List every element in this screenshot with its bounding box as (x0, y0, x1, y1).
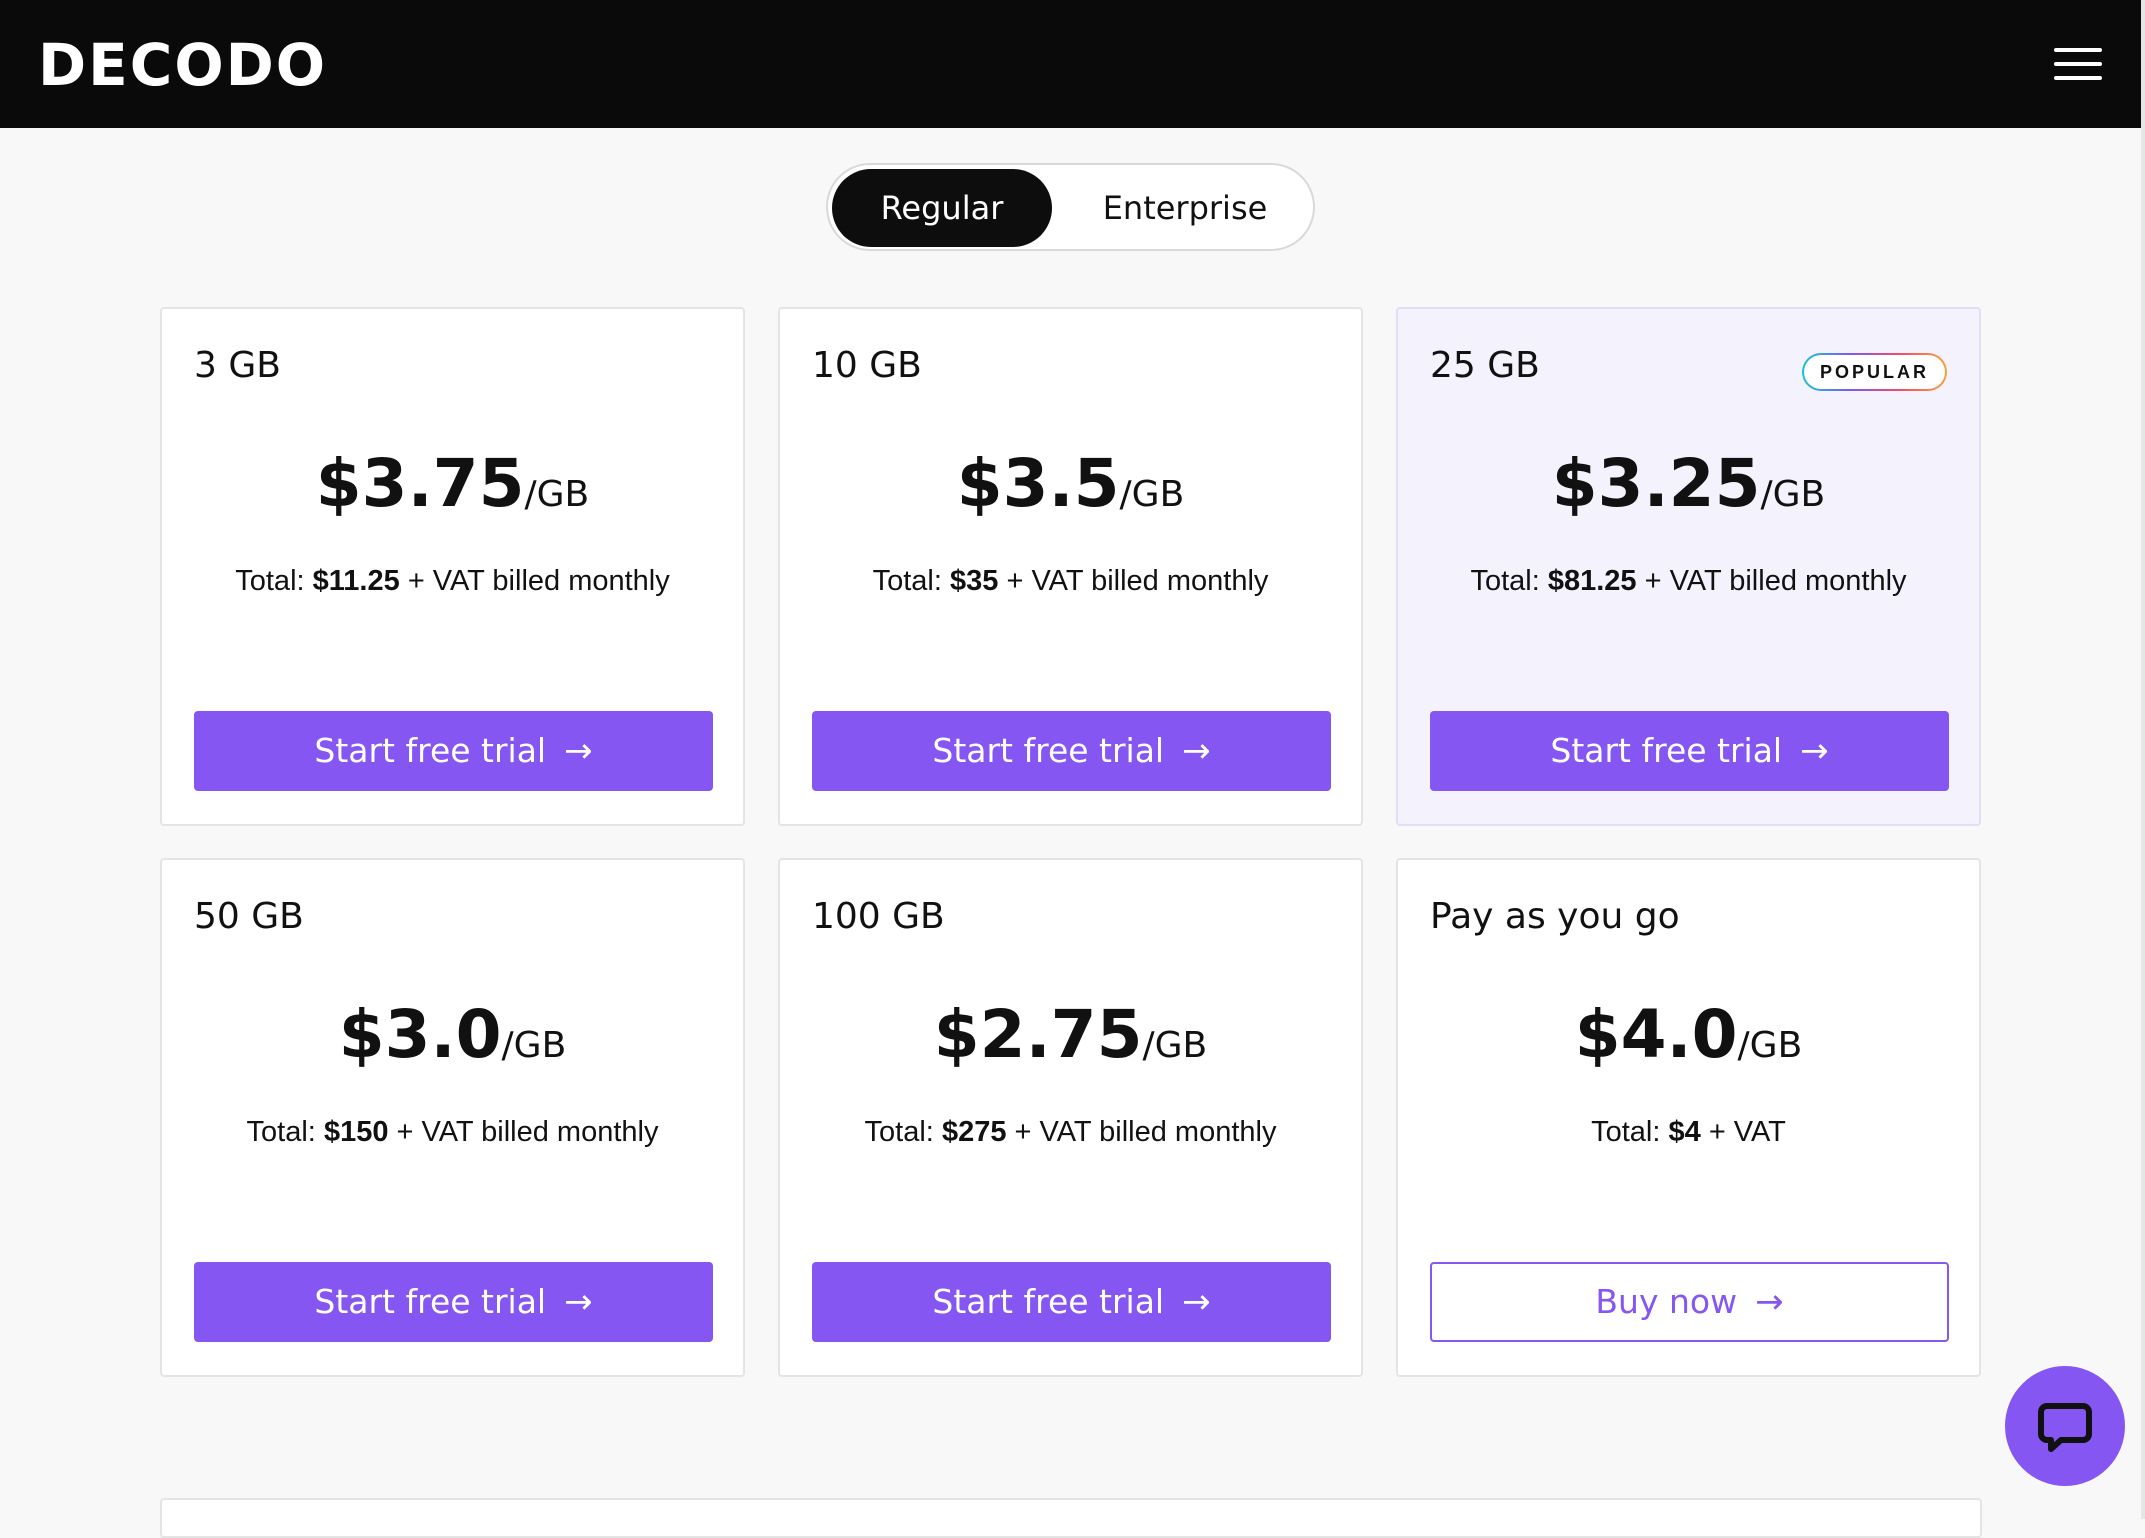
total-suffix: + VAT billed monthly (407, 565, 670, 597)
chat-bubble-icon (2038, 1403, 2092, 1452)
total-label: Total: (1591, 1116, 1661, 1148)
total-amount: $11.25 (312, 565, 400, 597)
price-amount: $3.75 (315, 445, 525, 522)
pricing-card-10gb: 10 GB $3.5/GB Total: $35 + VAT billed mo… (778, 307, 1363, 826)
plan-price: $3.25/GB (1398, 445, 1979, 522)
total-suffix: + VAT billed monthly (1644, 565, 1907, 597)
total-label: Total: (864, 1116, 934, 1148)
button-label: Start free trial (932, 1282, 1165, 1321)
arrow-right-icon: → (1182, 731, 1211, 771)
plan-price: $3.75/GB (162, 445, 743, 522)
page-scrollbar-track[interactable] (2141, 0, 2145, 1519)
price-unit: /GB (1119, 474, 1185, 515)
plan-price: $2.75/GB (780, 996, 1361, 1073)
plan-size: 50 GB (194, 896, 304, 937)
price-amount: $2.75 (933, 996, 1143, 1073)
total-amount: $275 (941, 1116, 1007, 1148)
total-amount: $35 (950, 565, 999, 597)
button-label: Start free trial (314, 1282, 547, 1321)
plan-price: $3.5/GB (780, 445, 1361, 522)
plan-total: Total: $81.25 + VAT billed monthly (1398, 565, 1979, 598)
start-free-trial-button[interactable]: Start free trial → (812, 1262, 1331, 1342)
total-suffix: + VAT billed monthly (396, 1116, 659, 1148)
price-unit: /GB (524, 474, 590, 515)
plan-total: Total: $150 + VAT billed monthly (162, 1116, 743, 1149)
price-unit: /GB (1142, 1025, 1208, 1066)
total-amount: $81.25 (1547, 565, 1637, 597)
price-amount: $3.25 (1551, 445, 1761, 522)
arrow-right-icon: → (1800, 731, 1829, 771)
plan-type-toggle: Regular Enterprise (826, 163, 1315, 251)
button-label: Buy now (1595, 1282, 1738, 1321)
plan-total: Total: $275 + VAT billed monthly (780, 1116, 1361, 1149)
arrow-right-icon: → (564, 731, 593, 771)
button-label: Start free trial (932, 731, 1165, 770)
arrow-right-icon: → (1182, 1282, 1211, 1322)
total-suffix: + VAT billed monthly (1006, 565, 1269, 597)
plan-price: $3.0/GB (162, 996, 743, 1073)
price-amount: $3.5 (956, 445, 1120, 522)
total-label: Total: (235, 565, 305, 597)
plan-size: 10 GB (812, 345, 922, 386)
start-free-trial-button[interactable]: Start free trial → (194, 711, 713, 791)
plan-size: 25 GB (1430, 345, 1540, 386)
price-amount: $4.0 (1574, 996, 1738, 1073)
start-free-trial-button[interactable]: Start free trial → (194, 1262, 713, 1342)
total-amount: $150 (323, 1116, 389, 1148)
popular-badge: POPULAR (1802, 353, 1947, 391)
top-navigation-bar: DECODO (0, 0, 2141, 128)
toggle-enterprise[interactable]: Enterprise (1060, 169, 1310, 247)
total-amount: $4 (1668, 1116, 1701, 1148)
plan-total: Total: $4 + VAT (1398, 1116, 1979, 1149)
next-section-card (160, 1498, 1982, 1538)
start-free-trial-button[interactable]: Start free trial → (812, 711, 1331, 791)
price-unit: /GB (1737, 1025, 1803, 1066)
plan-size: 3 GB (194, 345, 281, 386)
toggle-regular[interactable]: Regular (832, 169, 1052, 247)
price-unit: /GB (1760, 474, 1826, 515)
plan-size: Pay as you go (1430, 896, 1680, 937)
menu-line (2054, 48, 2102, 52)
buy-now-button[interactable]: Buy now → (1430, 1262, 1949, 1342)
pricing-card-100gb: 100 GB $2.75/GB Total: $275 + VAT billed… (778, 858, 1363, 1377)
button-label: Start free trial (1550, 731, 1783, 770)
pricing-card-3gb: 3 GB $3.75/GB Total: $11.25 + VAT billed… (160, 307, 745, 826)
total-suffix: + VAT (1708, 1116, 1786, 1148)
plan-total: Total: $35 + VAT billed monthly (780, 565, 1361, 598)
hamburger-menu-icon[interactable] (2040, 40, 2110, 88)
total-label: Total: (872, 565, 942, 597)
pricing-card-50gb: 50 GB $3.0/GB Total: $150 + VAT billed m… (160, 858, 745, 1377)
plan-size: 100 GB (812, 896, 945, 937)
total-suffix: + VAT billed monthly (1014, 1116, 1277, 1148)
total-label: Total: (1470, 565, 1540, 597)
chat-widget-button[interactable] (2005, 1366, 2125, 1486)
pricing-card-25gb: 25 GB POPULAR $3.25/GB Total: $81.25 + V… (1396, 307, 1981, 826)
menu-line (2054, 62, 2102, 66)
button-label: Start free trial (314, 731, 547, 770)
decodo-logo[interactable]: DECODO (38, 30, 327, 100)
price-amount: $3.0 (338, 996, 502, 1073)
menu-line (2054, 76, 2102, 80)
pricing-card-pay-as-you-go: Pay as you go $4.0/GB Total: $4 + VAT Bu… (1396, 858, 1981, 1377)
start-free-trial-button[interactable]: Start free trial → (1430, 711, 1949, 791)
price-unit: /GB (501, 1025, 567, 1066)
total-label: Total: (246, 1116, 316, 1148)
arrow-right-icon: → (564, 1282, 593, 1322)
arrow-right-icon: → (1755, 1282, 1784, 1322)
plan-total: Total: $11.25 + VAT billed monthly (162, 565, 743, 598)
plan-price: $4.0/GB (1398, 996, 1979, 1073)
